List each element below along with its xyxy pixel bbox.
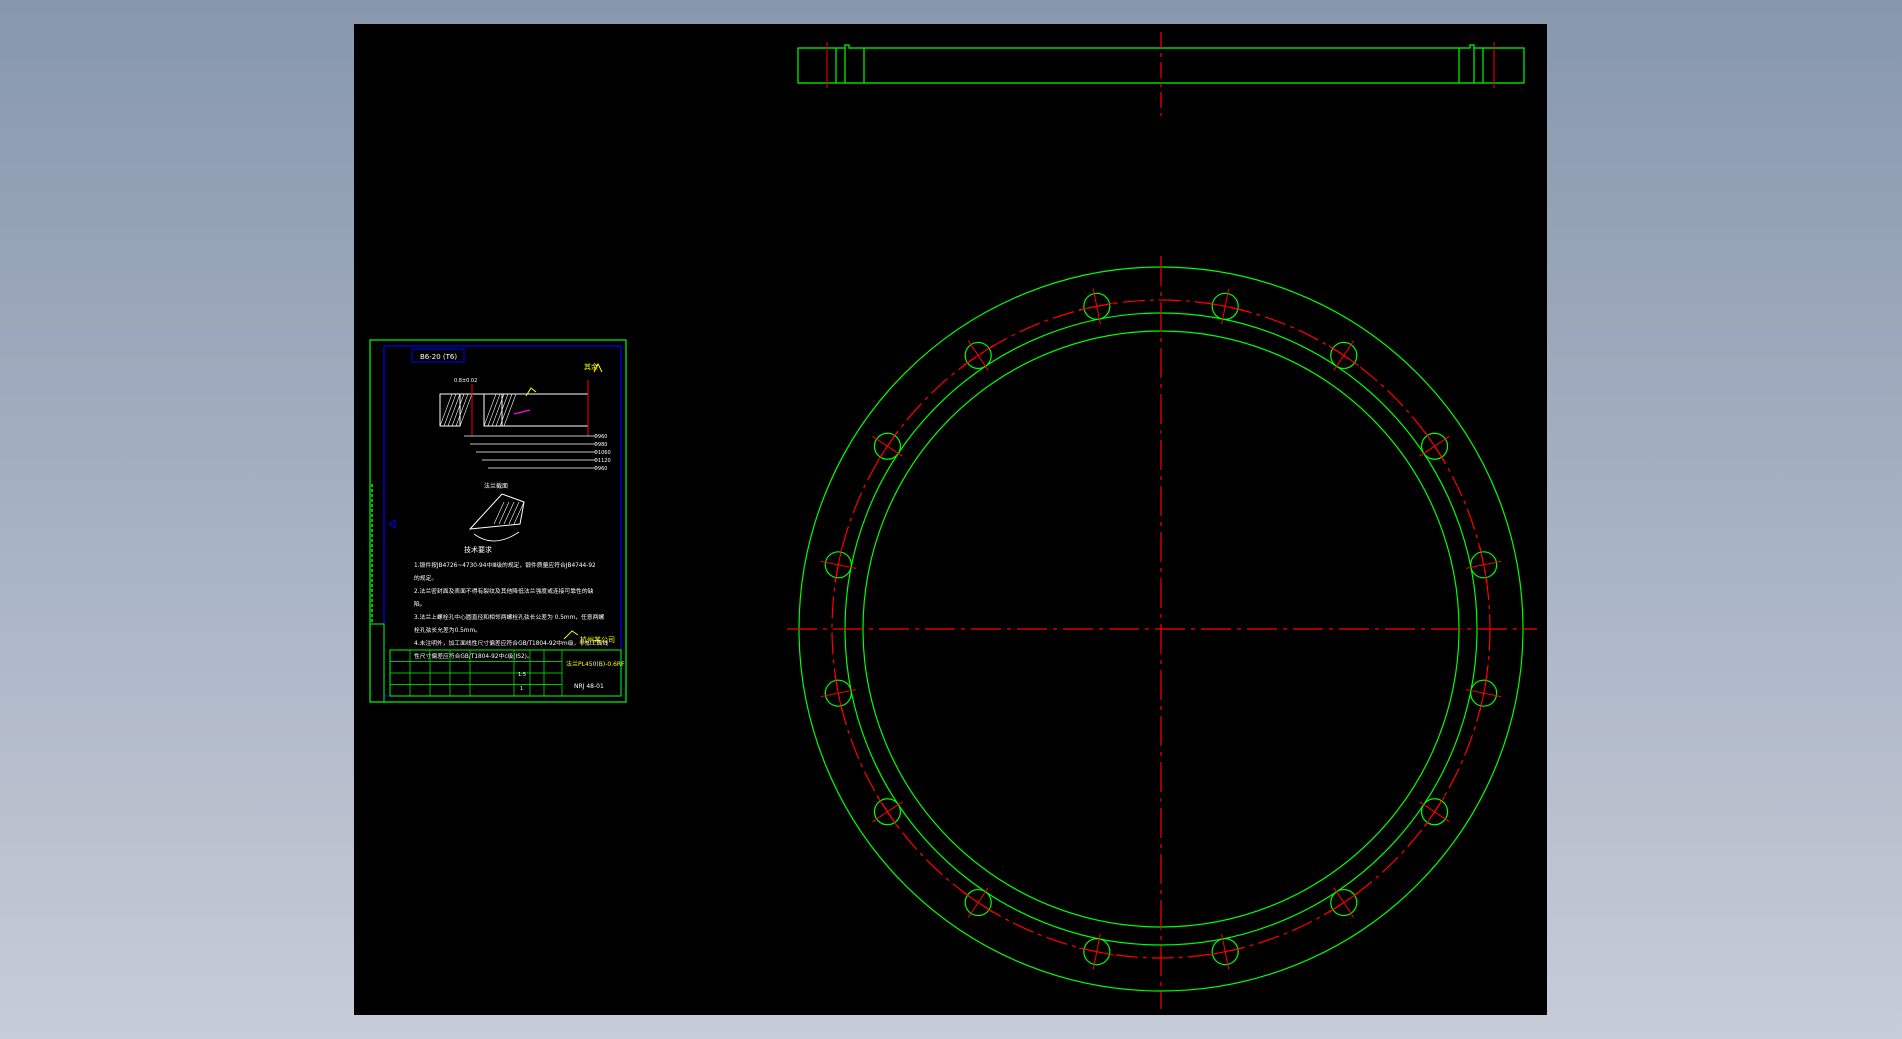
company-name: 杭州某公司 bbox=[580, 635, 615, 644]
dimension-label: Φ1120 bbox=[594, 458, 611, 464]
tech-requirements-title: 技术要求 bbox=[464, 545, 492, 554]
bolt-hole bbox=[872, 430, 903, 462]
flange-side-view bbox=[797, 32, 1525, 116]
dimension-label: Φ960 bbox=[594, 434, 607, 440]
tech-requirement-line: 栓孔弦长允差为0.5mm。 bbox=[414, 626, 481, 634]
tech-requirement-line: 2.法兰密封面及表面不得有裂纹及其他降低法兰强度或连接可靠性的缺 bbox=[414, 587, 594, 595]
leader-line bbox=[513, 409, 531, 415]
hatch-line bbox=[503, 501, 515, 525]
scale-label: 1:5 bbox=[518, 672, 526, 678]
bolt-hole bbox=[1419, 430, 1450, 462]
bolt-hole bbox=[872, 796, 903, 828]
company-logo bbox=[563, 630, 579, 640]
sheet-number: 1 bbox=[520, 686, 523, 692]
bolt-hole bbox=[1465, 547, 1502, 583]
roughness-symbol bbox=[525, 387, 537, 397]
tech-requirement-line: 陷。 bbox=[414, 600, 426, 608]
bolt-hole bbox=[1328, 887, 1360, 918]
bolt-hole bbox=[820, 547, 857, 583]
tech-requirement-line: 的规定。 bbox=[414, 574, 437, 582]
flange-plan-view bbox=[787, 256, 1537, 1009]
hatch-line bbox=[498, 501, 510, 525]
hatch-line bbox=[508, 501, 520, 525]
section-title: 法兰截面 bbox=[484, 482, 508, 490]
bolt-hole bbox=[962, 887, 994, 918]
section-outline bbox=[468, 493, 525, 530]
cad-viewport[interactable]: B6-20 (T6) 其余 0.8±0.02 Φ960 Φ980 Φ1060 Φ1120 Φ9… bbox=[354, 24, 1547, 1015]
bolt-hole bbox=[820, 675, 857, 711]
cad-drawing-canvas[interactable]: B6-20 (T6) 其余 0.8±0.02 Φ960 Φ980 Φ1060 Φ1120 Φ9… bbox=[354, 24, 1547, 1015]
section-hatch-right bbox=[483, 393, 503, 427]
tech-requirement-line: 性尺寸偏差应符合GB/T1804-92中c级(IS2)。 bbox=[414, 652, 533, 660]
dimension-label: Φ960 bbox=[594, 466, 607, 472]
bolt-hole bbox=[962, 340, 994, 371]
center-mark-left bbox=[388, 519, 396, 529]
revision-strip bbox=[369, 623, 385, 703]
arc-dimension bbox=[473, 531, 520, 542]
reference-drawing-sheet: B6-20 (T6) 其余 0.8±0.02 Φ960 Φ980 Φ1060 Φ1120 Φ9… bbox=[369, 339, 627, 703]
bolt-hole bbox=[1465, 675, 1502, 711]
hatch-line bbox=[493, 501, 505, 525]
bolt-hole bbox=[1328, 340, 1360, 371]
dimension-label: Φ1060 bbox=[594, 450, 611, 456]
tech-requirement-line: 3.法兰上螺栓孔中心圆直径和相邻两螺栓孔弦长公差为 0.5mm，任意两螺 bbox=[414, 613, 604, 621]
part-name: 法兰PL450(B)-0.6RF bbox=[566, 660, 625, 668]
dimension-label: Φ980 bbox=[594, 442, 607, 448]
detail-label: 0.8±0.02 bbox=[454, 378, 477, 384]
tech-requirement-line: 1.锻件按JB4726~4730-94中Ⅲ级的规定，锻件质量应符合JB4744-… bbox=[414, 561, 596, 569]
bolt-hole bbox=[1419, 796, 1450, 828]
bolt-hole bbox=[1079, 288, 1115, 325]
bolt-hole bbox=[1207, 933, 1243, 970]
roughness-note: 其余 bbox=[584, 362, 598, 371]
bolt-hole bbox=[1079, 933, 1115, 970]
bolt-hole bbox=[1207, 288, 1243, 325]
sheet-header-label: B6-20 (T6) bbox=[420, 353, 457, 361]
drawing-number: NRJ 48-01 bbox=[574, 683, 604, 690]
